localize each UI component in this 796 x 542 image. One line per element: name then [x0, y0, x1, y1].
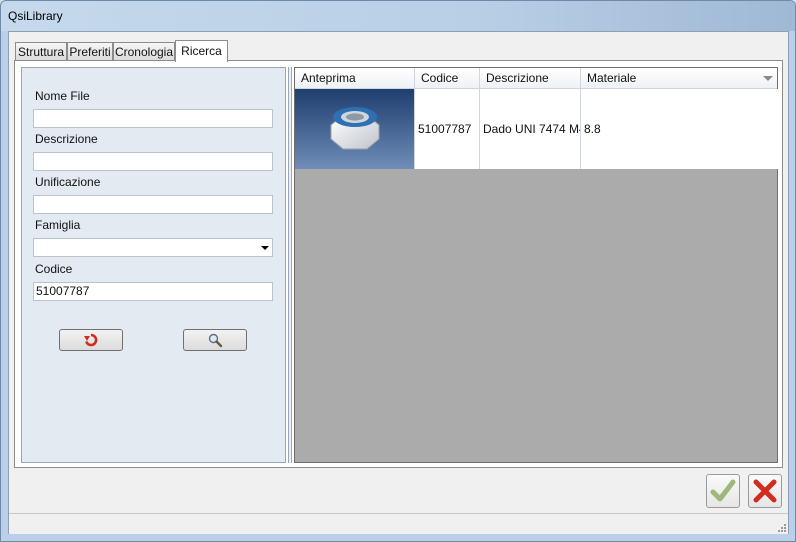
nome-file-label: Nome File — [35, 89, 90, 103]
codice-label: Codice — [35, 262, 73, 276]
famiglia-label: Famiglia — [35, 218, 81, 232]
descrizione-input[interactable] — [33, 152, 273, 171]
window-title: QsiLibrary — [8, 9, 63, 23]
nome-file-input[interactable] — [33, 109, 273, 128]
preview-cell — [295, 89, 415, 169]
col-header-materiale[interactable]: Materiale — [581, 68, 777, 88]
checkmark-icon — [710, 479, 736, 502]
status-bar — [9, 513, 788, 534]
chevron-down-icon[interactable] — [261, 246, 269, 250]
col-header-materiale-label: Materiale — [587, 71, 637, 85]
title-bar[interactable]: QsiLibrary — [1, 1, 795, 31]
sort-arrow-icon — [763, 76, 773, 81]
nut-image — [330, 107, 380, 150]
client-area: Struttura Preferiti Cronologia Ricerca N… — [8, 31, 789, 534]
undo-arrow-icon — [84, 333, 98, 347]
col-header-codice[interactable]: Codice — [415, 68, 480, 88]
materiale-cell: 8.8 — [581, 89, 779, 169]
unificazione-label: Unificazione — [35, 175, 101, 189]
search-button[interactable] — [183, 329, 247, 351]
col-header-anteprima[interactable]: Anteprima — [295, 68, 415, 88]
magnifier-icon — [208, 333, 223, 348]
tab-ricerca[interactable]: Ricerca — [175, 40, 228, 62]
results-grid: Anteprima Codice Descrizione Materiale 5… — [294, 67, 779, 463]
codice-input[interactable]: 51007787 — [33, 282, 273, 301]
cancel-button[interactable] — [748, 474, 782, 508]
ricerca-panel: Nome File Descrizione Unificazione Famig… — [14, 60, 783, 468]
resize-grip-icon[interactable] — [776, 522, 786, 532]
descrizione-label: Descrizione — [35, 132, 98, 146]
panel-splitter[interactable] — [288, 67, 292, 463]
codice-cell: 51007787 — [415, 89, 480, 169]
table-row[interactable]: 51007787 Dado UNI 7474 M4 8.8 — [295, 89, 779, 169]
grid-header: Anteprima Codice Descrizione Materiale — [295, 68, 777, 89]
tab-preferiti[interactable]: Preferiti — [67, 42, 113, 60]
red-x-icon — [753, 479, 777, 503]
unificazione-input[interactable] — [33, 195, 273, 214]
famiglia-dropdown[interactable] — [33, 238, 273, 257]
tab-cronologia[interactable]: Cronologia — [113, 42, 175, 60]
tab-struttura[interactable]: Struttura — [15, 42, 67, 60]
ok-button[interactable] — [706, 474, 740, 508]
descrizione-cell: Dado UNI 7474 M4 — [480, 89, 581, 169]
search-form: Nome File Descrizione Unificazione Famig… — [21, 67, 286, 463]
col-header-descrizione[interactable]: Descrizione — [480, 68, 581, 88]
reset-button[interactable] — [59, 329, 123, 351]
main-window: QsiLibrary Struttura Preferiti Cronologi… — [0, 0, 796, 542]
